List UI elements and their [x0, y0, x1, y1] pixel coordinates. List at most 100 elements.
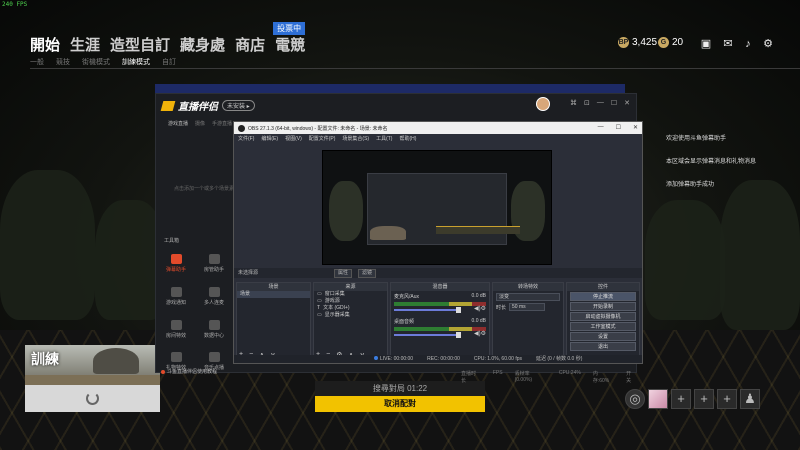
nav-start[interactable]: 開始 — [30, 34, 60, 55]
start-recording-button[interactable]: 开始录制 — [570, 302, 636, 311]
channel-name: 桌面音频 — [394, 319, 415, 325]
matchmaking-status: 搜尋對局 01:22 — [315, 381, 485, 396]
globe-icon[interactable]: ◎ — [625, 389, 645, 409]
tool-multi-mic[interactable]: 多人连麦 — [200, 287, 228, 306]
helper-window-controls: ⌘ ⊡ — ☐ ✕ — [570, 99, 630, 107]
volume-slider[interactable] — [394, 307, 462, 313]
stop-streaming-button[interactable]: 停止推流 — [570, 292, 636, 301]
player-avatar[interactable] — [648, 389, 668, 409]
nav-esports[interactable]: 投票中 電競 — [273, 22, 306, 55]
helper-status-pill[interactable]: 未安装 ▸ — [222, 100, 255, 111]
add-teammate-button[interactable]: + — [694, 389, 714, 409]
mail-icon[interactable]: ✉ — [722, 38, 734, 50]
mixer-channel: 麦克风/Aux 0.0 dB ◀)⚙ — [391, 291, 489, 316]
nav-career[interactable]: 生涯 — [70, 34, 100, 55]
menu-file[interactable]: 文件(F) — [238, 135, 254, 142]
channel-name: 麦克风/Aux — [394, 294, 420, 300]
menu-scene-collection[interactable]: 场景集合(S) — [342, 135, 369, 142]
g-currency: G 20 — [658, 37, 683, 48]
pin-icon[interactable]: ⊡ — [584, 99, 590, 107]
obs-preview[interactable] — [322, 150, 552, 265]
tool-room-effects[interactable]: 房间特效 — [162, 320, 190, 339]
add-teammate-button[interactable]: + — [671, 389, 691, 409]
gear-icon[interactable]: ⚙ — [762, 38, 774, 50]
fps-counter: 240 FPS — [2, 1, 28, 8]
nav-customize[interactable]: 造型自訂 — [110, 34, 170, 55]
tool-game-notice[interactable]: 游戏通知 — [162, 287, 190, 306]
close-icon[interactable]: ✕ — [624, 99, 630, 107]
stat-dropped: 丢帧率(0.00%) — [514, 371, 533, 383]
tab-mobile-live[interactable]: 手游直播 — [212, 120, 232, 127]
menu-help[interactable]: 帮助(H) — [399, 135, 416, 142]
tool-label: 游戏通知 — [165, 300, 186, 306]
nav-hideout[interactable]: 藏身處 — [180, 34, 225, 55]
settings-button[interactable]: 设置 — [570, 332, 636, 341]
source-item[interactable]: T 文本 (GDI+) — [314, 305, 387, 312]
loading-button[interactable] — [25, 385, 160, 412]
source-item[interactable]: ▭ 游戏源 — [314, 298, 387, 305]
subnav-ranked[interactable]: 競技 — [56, 57, 70, 67]
tab-game-live[interactable]: 游戏直播 — [168, 120, 188, 127]
nav-divider — [30, 68, 800, 69]
tool-room-admin[interactable]: 房管助手 — [200, 254, 228, 273]
scene-item[interactable]: 场景 — [237, 291, 310, 298]
speaker-icon[interactable]: ◀)⚙ — [474, 305, 486, 312]
subnav-training[interactable]: 訓練模式 — [122, 57, 150, 67]
obs-statusbar: LIVE: 00:00:00 REC: 00:00:00 CPU: 1.0%, … — [234, 355, 642, 363]
subnav-arcade[interactable]: 街機模式 — [82, 57, 110, 67]
source-item[interactable]: ▭ 显示器采集 — [314, 312, 387, 319]
stat-toggle[interactable]: 开关 — [626, 370, 636, 384]
minimize-icon[interactable]: — — [598, 124, 604, 131]
source-label: 显示器采集 — [324, 312, 350, 318]
exit-button[interactable]: 退出 — [570, 342, 636, 351]
menu-tools[interactable]: 工具(T) — [376, 135, 392, 142]
tab-camera[interactable]: 摄像 — [195, 120, 205, 127]
transition-select[interactable]: 淡变 — [496, 293, 560, 301]
speaker-icon[interactable]: ◀)⚙ — [474, 330, 486, 337]
source-item[interactable]: ▭ 窗口采集 — [314, 291, 387, 298]
maximize-icon[interactable]: ☐ — [616, 124, 621, 131]
subnav-custom[interactable]: 自訂 — [162, 57, 176, 67]
tutorial-label: 斗鱼直播伴侣使用教程 — [167, 369, 218, 375]
subnav-normal[interactable]: 一般 — [30, 57, 44, 67]
nav-esports-label: 電競 — [275, 37, 306, 54]
message: 添加弹幕助手成功 — [666, 182, 715, 188]
tool-data-center[interactable]: 数据中心 — [200, 320, 228, 339]
cancel-match-button[interactable]: 取消配對 — [315, 396, 485, 412]
source-label: 文本 (GDI+) — [323, 305, 350, 311]
obs-window: OBS 27.1.3 (64-bit, windows) - 配置文件: 未命名… — [233, 121, 643, 364]
sources-header: 来源 — [314, 283, 387, 291]
duration-input[interactable]: 50 ms — [509, 303, 546, 311]
maximize-icon[interactable]: ☐ — [611, 99, 617, 107]
studio-mode-button[interactable]: 工作室模式 — [570, 322, 636, 331]
inbox-icon[interactable]: ▣ — [700, 38, 712, 50]
data-icon — [208, 320, 220, 330]
radio-dot-icon — [161, 369, 165, 374]
user-avatar[interactable] — [536, 97, 550, 111]
soldier-figure — [0, 170, 95, 320]
menu-profile[interactable]: 配置文件(P) — [309, 135, 336, 142]
add-teammate-button[interactable]: + — [717, 389, 737, 409]
menu-edit[interactable]: 编辑(E) — [261, 135, 278, 142]
tool-label: 房间特效 — [165, 333, 186, 339]
team-bar: ◎ + + + ♟ — [625, 389, 760, 409]
tool-danmaku-helper[interactable]: 弹幕助手 — [162, 254, 190, 273]
volume-slider[interactable] — [394, 332, 462, 338]
minimize-icon[interactable]: — — [597, 99, 604, 107]
danmaku-icon — [170, 254, 182, 264]
skin-icon[interactable]: ⌘ — [570, 99, 577, 107]
no-source-label: 未选择源 — [238, 270, 259, 276]
group-icon[interactable]: ♟ — [740, 389, 760, 409]
properties-button[interactable]: 属性 — [334, 269, 353, 278]
nav-store[interactable]: 商店 — [235, 34, 265, 55]
filters-button[interactable]: 滤镜 — [358, 269, 377, 278]
tutorial-link[interactable]: 斗鱼直播伴侣使用教程 — [161, 368, 217, 375]
close-icon[interactable]: ✕ — [633, 124, 638, 131]
gamepad-icon: ▭ — [317, 298, 322, 304]
bell-icon[interactable]: ♪ — [742, 38, 754, 50]
virtual-camera-button[interactable]: 启动虚拟摄像机 — [570, 312, 636, 321]
training-card[interactable]: 訓練 — [25, 345, 160, 412]
menu-view[interactable]: 视图(V) — [285, 135, 302, 142]
stat-fps: FPS — [492, 370, 503, 376]
music-icon — [208, 352, 220, 362]
